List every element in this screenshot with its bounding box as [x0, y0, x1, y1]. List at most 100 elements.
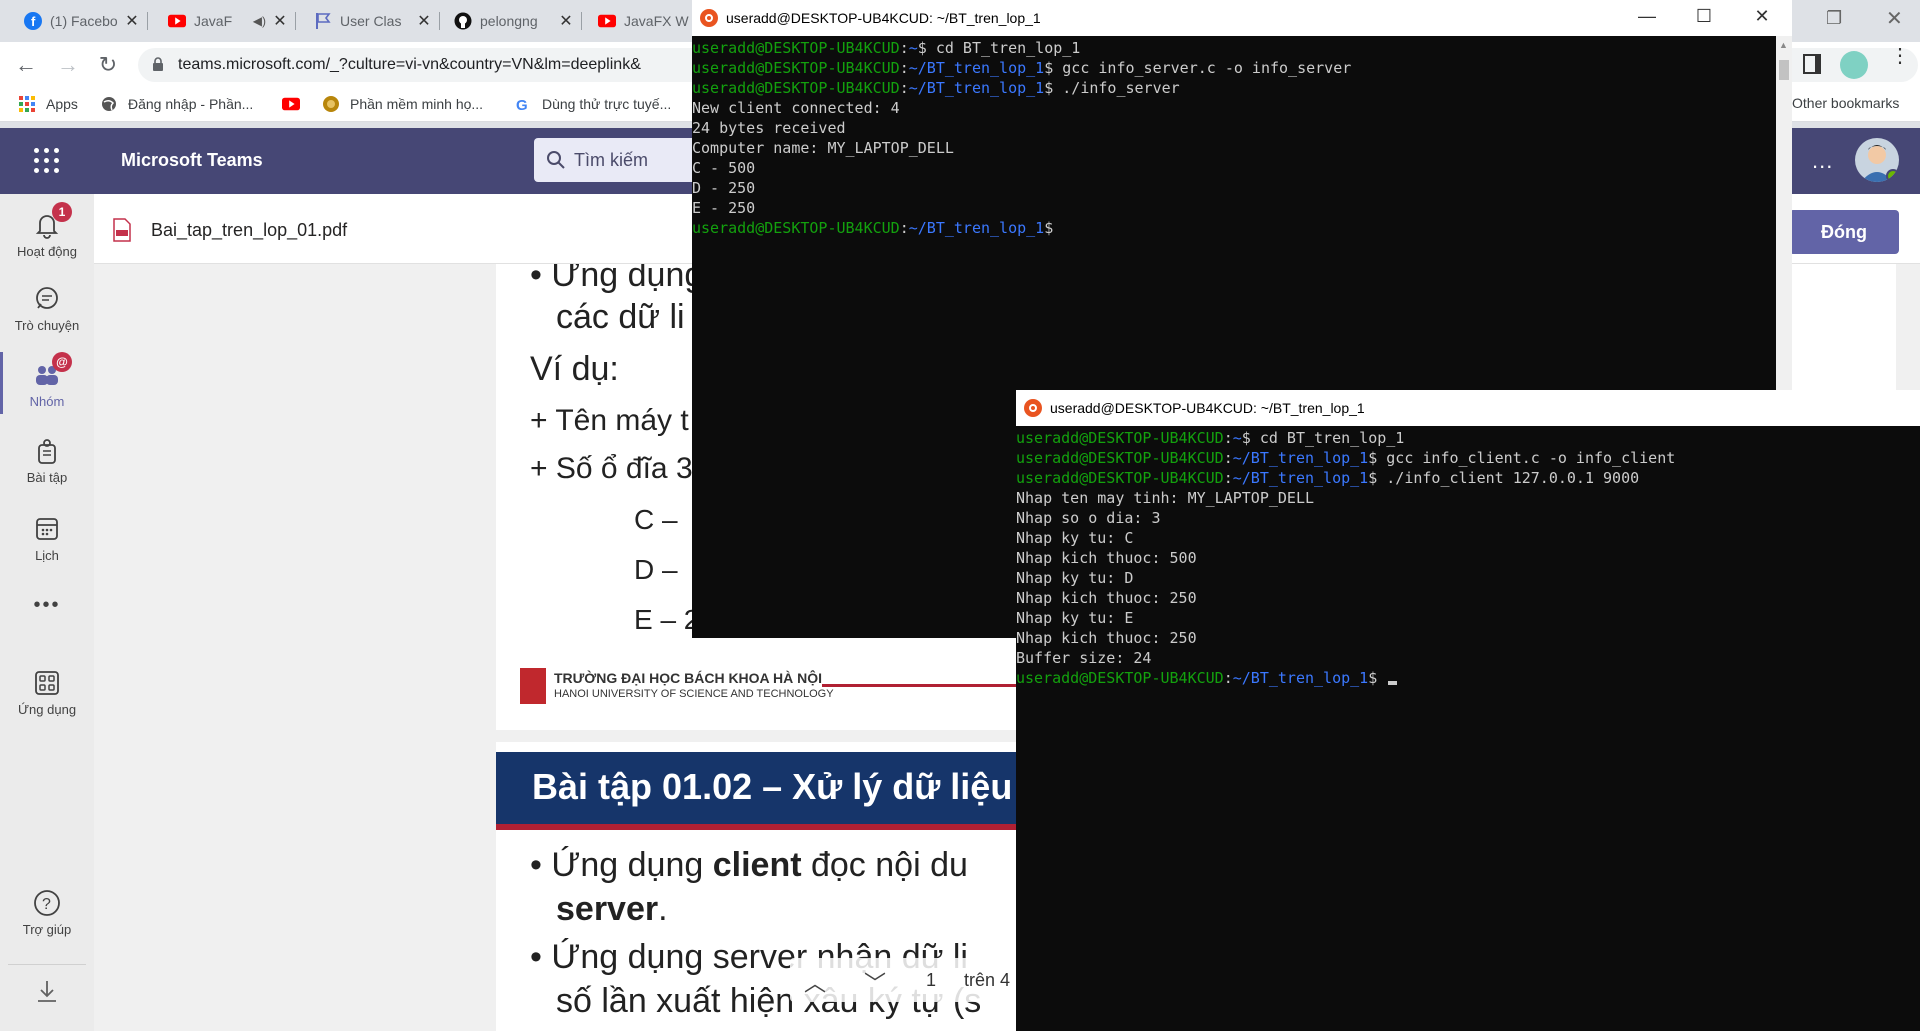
youtube-icon	[598, 12, 616, 30]
search-input[interactable]: Tìm kiếm	[534, 138, 704, 182]
bookmark-item[interactable]	[282, 95, 310, 113]
prompt-path: ~/BT_tren_lop_1	[908, 79, 1045, 97]
prompt-path: ~	[908, 39, 918, 57]
slide-bullet: • Ứng dụng client đọc nội du	[530, 846, 968, 885]
more-apps-icon[interactable]: •••	[0, 594, 94, 617]
tab-title: User Clas	[340, 13, 402, 29]
minimize-icon[interactable]: —	[1637, 6, 1657, 27]
prompt-user: useradd@DESKTOP-UB4KCUD	[1016, 429, 1224, 447]
browser-tab[interactable]: User Clas ✕	[306, 4, 440, 38]
rail-item-apps[interactable]: Ứng dụng	[0, 668, 94, 717]
prompt-user: useradd@DESKTOP-UB4KCUD	[1016, 449, 1224, 467]
command-text: ./info_client 127.0.0.1 9000	[1386, 469, 1640, 487]
output-line: Nhap ten may tinh: MY_LAPTOP_DELL	[1016, 489, 1315, 507]
maximize-icon[interactable]: ☐	[1694, 6, 1714, 27]
other-bookmarks-label: Other bookmarks	[1792, 95, 1900, 111]
reading-list-icon[interactable]	[1803, 54, 1821, 74]
apps-icon	[18, 95, 36, 113]
bullet-bold: server	[556, 890, 659, 928]
scrollbar-thumb[interactable]	[1779, 60, 1789, 80]
apps-icon	[32, 668, 62, 698]
restore-icon[interactable]: ❐	[1826, 8, 1842, 29]
rail-item-activity[interactable]: 1 Hoạt động	[0, 202, 94, 259]
tab-separator	[295, 12, 296, 30]
bell-icon: 1	[32, 202, 72, 240]
rail-label: Ứng dụng	[17, 702, 77, 717]
slide-item: + Tên máy t	[530, 404, 689, 437]
bookmark-item[interactable]: Phần mềm minh họ...	[322, 95, 483, 113]
more-options-icon[interactable]: ...	[1812, 148, 1833, 174]
bookmark-label: Phần mềm minh họ...	[350, 96, 484, 112]
prompt-line: useradd@DESKTOP-UB4KCUD:~/BT_tren_lop_1$	[1016, 668, 1920, 688]
tab-title: (1) Facebo	[50, 13, 118, 29]
prompt-path: ~	[1232, 429, 1242, 447]
lock-icon[interactable]	[152, 57, 164, 77]
bookmark-apps[interactable]: Apps	[18, 95, 78, 113]
rail-item-calendar[interactable]: Lịch	[0, 514, 94, 563]
close-tab-icon[interactable]: ✕	[416, 11, 432, 31]
scroll-up-icon[interactable]: ▲	[1779, 40, 1788, 50]
rail-item-assignments[interactable]: Bài tập	[0, 436, 94, 485]
rail-item-help[interactable]: ? Trợ giúp	[0, 888, 94, 937]
forward-icon[interactable]: →	[54, 52, 82, 80]
calendar-icon	[32, 514, 62, 544]
slide-drive: C –	[634, 504, 678, 535]
slide-bullet-cont: server.	[556, 890, 668, 929]
rail-label: Trò chuyện	[14, 318, 80, 333]
tab-separator	[147, 12, 148, 30]
bookmark-item[interactable]: Đăng nhập - Phần...	[100, 95, 253, 113]
app-launcher-icon[interactable]	[34, 148, 60, 174]
slide-bullet-cont: các dữ li	[556, 298, 685, 336]
command-text: gcc info_server.c -o info_server	[1062, 59, 1352, 77]
previous-page-icon[interactable]: ︿	[804, 966, 826, 998]
window-titlebar[interactable]: useradd@DESKTOP-UB4KCUD: ~/BT_tren_lop_1…	[692, 0, 1792, 36]
speaker-icon[interactable]: ◀)	[253, 14, 266, 28]
close-button[interactable]: Đóng	[1789, 210, 1899, 254]
youtube-icon	[168, 12, 186, 30]
close-window-icon[interactable]: ✕	[1886, 6, 1903, 31]
window-title: useradd@DESKTOP-UB4KCUD: ~/BT_tren_lop_1	[1050, 400, 1365, 416]
next-page-icon[interactable]: ﹀	[864, 966, 886, 998]
bookmark-label: Apps	[46, 96, 78, 112]
output-line: Nhap kich thuoc: 250	[1016, 629, 1197, 647]
chat-icon	[32, 284, 62, 314]
other-bookmarks[interactable]: Other bookmarks	[1792, 95, 1899, 111]
window-titlebar[interactable]: useradd@DESKTOP-UB4KCUD: ~/BT_tren_lop_1	[1016, 390, 1920, 426]
download-icon[interactable]	[8, 964, 86, 1016]
pdf-file-icon	[112, 218, 132, 247]
svg-text:f: f	[31, 14, 36, 29]
browser-tab[interactable]: pelongng ✕	[446, 4, 582, 38]
assignments-icon	[32, 436, 62, 466]
page-number-input[interactable]: 1	[926, 970, 936, 991]
browser-tab[interactable]: f (1) Facebo ✕	[16, 4, 148, 38]
close-tab-icon[interactable]: ✕	[124, 11, 140, 31]
prompt-user: useradd@DESKTOP-UB4KCUD	[692, 79, 900, 97]
search-icon	[546, 150, 566, 175]
output-line: Nhap kich thuoc: 250	[1016, 589, 1197, 607]
terminal-window-client[interactable]: useradd@DESKTOP-UB4KCUD: ~/BT_tren_lop_1…	[1016, 390, 1920, 1031]
close-tab-icon[interactable]: ✕	[558, 11, 574, 31]
extension-icon[interactable]	[1840, 51, 1868, 79]
output-line: Nhap ky tu: E	[1016, 609, 1134, 627]
browser-tab[interactable]: JavaF ◀) ✕	[160, 4, 296, 38]
prompt-user: useradd@DESKTOP-UB4KCUD	[692, 39, 900, 57]
reload-icon[interactable]: ↻	[94, 52, 122, 80]
close-icon[interactable]: ✕	[1752, 6, 1772, 27]
rail-label: Trợ giúp	[22, 922, 72, 937]
rail-item-teams[interactable]: @ Nhóm	[0, 352, 94, 414]
terminal-output[interactable]: useradd@DESKTOP-UB4KCUD:~$ cd BT_tren_lo…	[1016, 426, 1920, 1031]
avatar[interactable]	[1855, 138, 1899, 182]
google-icon: G	[514, 95, 532, 113]
bookmark-item[interactable]: G Dùng thử trực tuyế...	[514, 95, 671, 113]
teams-icon: @	[32, 352, 72, 390]
back-icon[interactable]: ←	[12, 52, 40, 80]
bullet-bold: client	[712, 846, 802, 884]
prompt-line: useradd@DESKTOP-UB4KCUD:~/BT_tren_lop_1$…	[1016, 469, 1640, 487]
command-text: ./info_server	[1062, 79, 1180, 97]
prompt-line: useradd@DESKTOP-UB4KCUD:~$ cd BT_tren_lo…	[1016, 429, 1405, 447]
close-tab-icon[interactable]: ✕	[272, 11, 288, 31]
menu-icon[interactable]: ⋮	[1890, 46, 1910, 66]
tab-title: JavaF	[194, 13, 233, 29]
browser-tab[interactable]: JavaFX W	[590, 4, 700, 38]
rail-item-chat[interactable]: Trò chuyện	[0, 284, 94, 333]
